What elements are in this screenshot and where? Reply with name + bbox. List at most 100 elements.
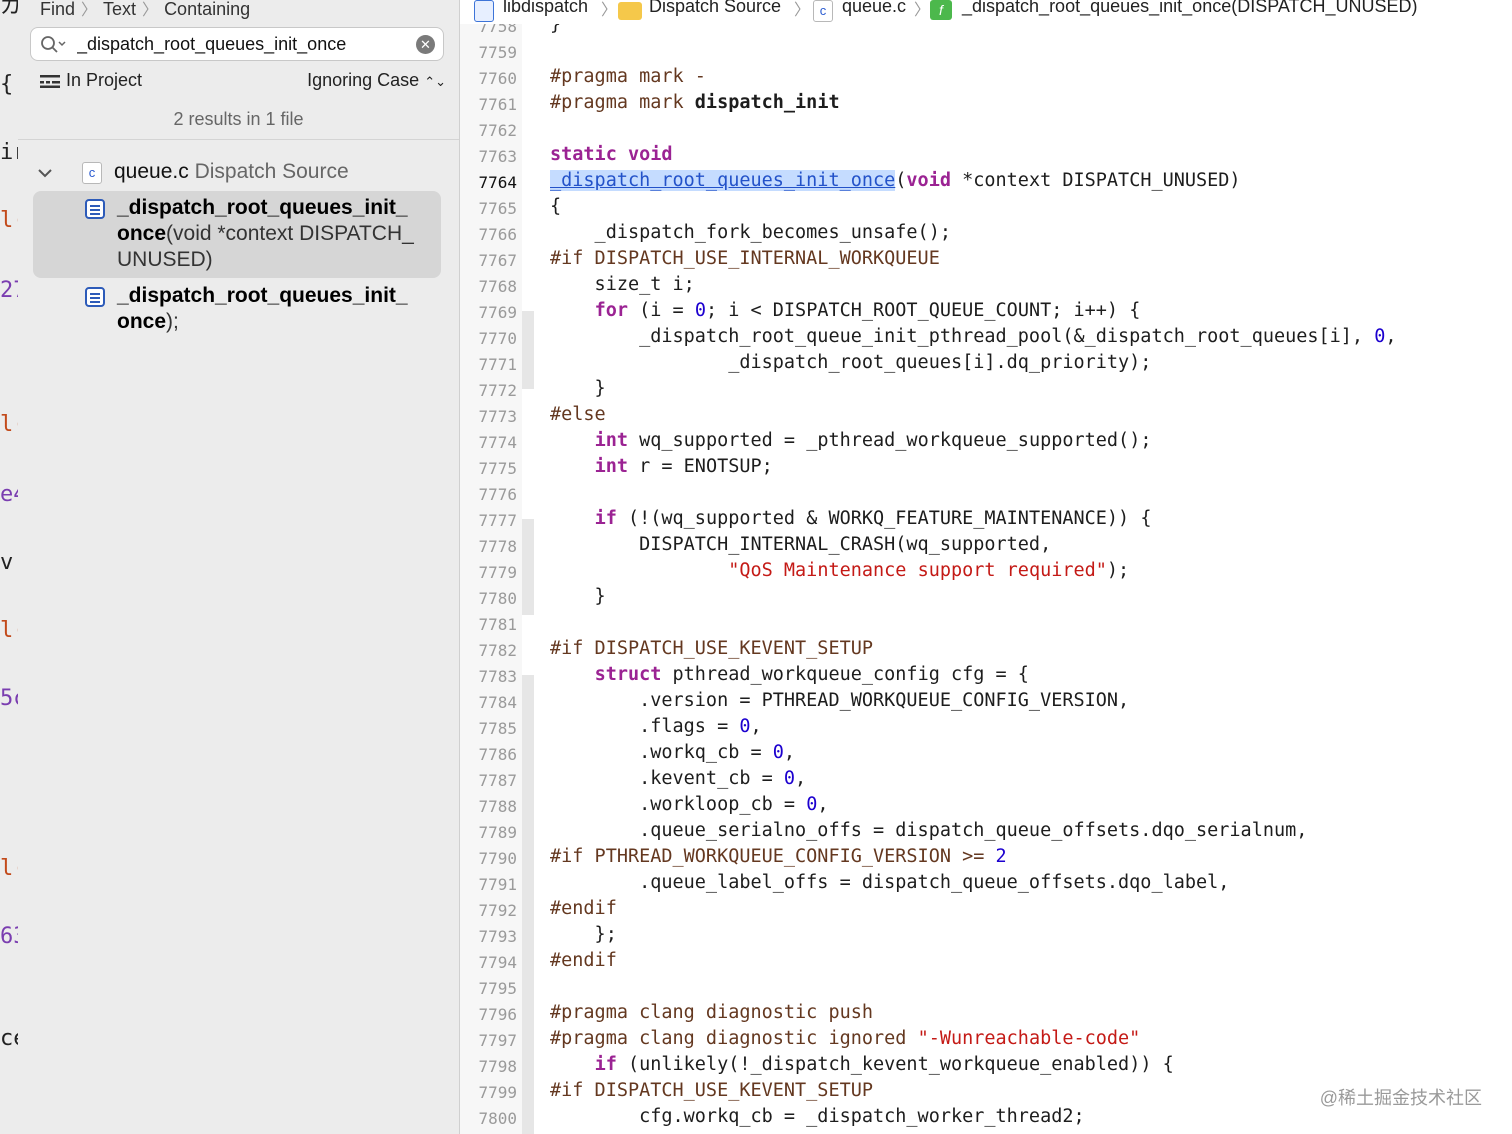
code-line[interactable]: }; [550,924,617,945]
code-line[interactable]: #pragma clang diagnostic ignored "-Wunre… [550,1028,1140,1049]
code-line[interactable]: .workq_cb = 0, [550,742,795,763]
code-line[interactable]: _dispatch_root_queues[i].dq_priority); [550,352,1151,373]
line-number: 7768 [478,277,517,296]
line-number: 7760 [478,69,517,88]
code-line[interactable]: } [550,586,606,607]
jump-separator-icon: 〉 [601,2,618,19]
code-line[interactable]: int wq_supported = _pthread_workqueue_su… [550,430,1152,451]
line-number: 7790 [478,849,517,868]
clipped-code-fragment: l( [0,618,18,643]
result-file-row[interactable]: c queue.c Dispatch Source [38,160,458,188]
find-mode-breadcrumb[interactable]: Find 〉 Text 〉 Containing [40,0,250,20]
code-line[interactable]: static void [550,144,673,165]
code-line[interactable]: .kevent_cb = 0, [550,768,806,789]
line-number: 7788 [478,797,517,816]
clipped-editor-edge: ガ {ir l(27 l(e4 v l(5c l(63 ce [0,0,19,1134]
code-editor[interactable]: 7758} 7759 7760 #pragma mark - 7761 #pragma m… [460,24,1512,1134]
line-number: 7771 [478,355,517,374]
clipped-code-fragment: v [0,550,14,575]
line-number: 7785 [478,719,517,738]
result-match-text: _dispatch_root_queues_init_ [117,196,408,219]
search-match-highlight[interactable]: _dispatch_root_queues_init_once [550,170,896,191]
code-line[interactable]: size_t i; [550,274,695,295]
code-line[interactable]: struct pthread_workqueue_config cfg = { [550,664,1029,685]
line-number: 7789 [478,823,517,842]
code-line[interactable]: .queue_serialno_offs = dispatch_queue_of… [550,820,1307,841]
line-number: 7782 [478,641,517,660]
code-line[interactable]: DISPATCH_INTERNAL_CRASH(wq_supported, [550,534,1051,555]
code-line[interactable]: #if DISPATCH_USE_INTERNAL_WORKQUEUE [550,248,940,269]
clipped-code-fragment: ir [0,140,18,165]
line-number: 7784 [478,693,517,712]
code-line[interactable]: _dispatch_root_queues_init_once(void *co… [550,170,1241,191]
breadcrumb-separator-icon: 〉 [142,2,159,19]
result-context-text: UNUSED) [117,248,213,271]
search-input[interactable] [77,32,407,56]
case-sensitivity-popup[interactable]: Ignoring Case ⌃⌄ [307,70,446,91]
folder-icon [618,2,642,20]
code-line[interactable]: _dispatch_fork_becomes_unsafe(); [550,222,951,243]
line-number: 7797 [478,1031,517,1050]
result-context-text: ); [166,310,179,333]
code-line[interactable]: #if PTHREAD_WORKQUEUE_CONFIG_VERSION >= … [550,846,1007,867]
code-line[interactable]: #if DISPATCH_USE_KEVENT_SETUP [550,638,873,659]
line-number: 7772 [478,381,517,400]
search-options-icon[interactable] [40,34,66,56]
find-mode-containing[interactable]: Containing [164,0,250,19]
line-number: 7776 [478,485,517,504]
code-line[interactable]: if (unlikely(!_dispatch_kevent_workqueue… [550,1054,1174,1075]
code-line[interactable]: #endif [550,898,617,919]
clipped-code-fragment: 63 [0,924,18,949]
result-match-icon [85,199,105,219]
line-number: 7798 [478,1057,517,1076]
code-line[interactable]: cfg.workq_cb = _dispatch_worker_thread2; [550,1106,1085,1127]
search-result-item[interactable]: _dispatch_root_queues_init_ once); [33,279,441,339]
code-fold-ribbon[interactable] [522,311,534,389]
line-number: 7769 [478,303,517,322]
code-line[interactable]: .flags = 0, [550,716,762,737]
line-number: 7765 [478,199,517,218]
code-line[interactable]: int r = ENOTSUP; [550,456,773,477]
code-line[interactable]: _dispatch_root_queue_init_pthread_pool(&… [550,326,1396,347]
code-line[interactable]: #pragma clang diagnostic push [550,1002,873,1023]
line-number: 7793 [478,927,517,946]
code-line[interactable]: #pragma mark dispatch_init [550,92,840,113]
code-fold-ribbon[interactable] [522,519,534,615]
jump-bar-function[interactable]: _dispatch_root_queues_init_once(DISPATCH… [962,0,1418,17]
code-line[interactable]: #else [550,404,606,425]
code-line[interactable]: #pragma mark - [550,66,706,87]
line-number: 7761 [478,95,517,114]
search-scope-selector[interactable]: In Project [40,70,142,91]
code-line[interactable]: if (!(wq_supported & WORKQ_FEATURE_MAINT… [550,508,1152,529]
clear-search-icon[interactable]: ✕ [416,35,435,54]
jump-bar-project[interactable]: libdispatch [503,0,588,17]
clipped-code-fragment: l( [0,208,18,233]
up-down-chevron-icon: ⌃⌄ [424,74,446,89]
find-mode-text[interactable]: Text [103,0,136,19]
line-number: 7770 [478,329,517,348]
function-icon: f [930,0,952,20]
jump-bar-file[interactable]: queue.c [842,0,906,17]
code-line[interactable]: .workloop_cb = 0, [550,794,828,815]
code-line[interactable]: { [550,196,561,217]
find-mode-find[interactable]: Find [40,0,75,19]
code-line[interactable]: } [550,378,606,399]
result-match-text: once [117,222,167,245]
search-field[interactable]: ✕ [30,27,444,61]
line-number: 7762 [478,121,517,140]
line-number: 7780 [478,589,517,608]
code-line[interactable]: for (i = 0; i < DISPATCH_ROOT_QUEUE_COUN… [550,300,1141,321]
find-navigator: Find 〉 Text 〉 Containing ✕ In Project Ignori… [18,0,460,1134]
code-line[interactable]: "QoS Maintenance support required"); [550,560,1129,581]
code-line[interactable]: #if DISPATCH_USE_KEVENT_SETUP [550,1080,873,1101]
code-line[interactable]: #endif [550,950,617,971]
code-fold-ribbon[interactable] [522,675,534,1134]
code-line[interactable]: } [550,24,561,35]
jump-bar-group[interactable]: Dispatch Source [649,0,781,17]
code-line[interactable]: .queue_label_offs = dispatch_queue_offse… [550,872,1229,893]
line-number: 7800 [478,1109,517,1128]
search-result-item[interactable]: _dispatch_root_queues_init_ once(void *co… [33,191,441,278]
code-line[interactable]: .version = PTHREAD_WORKQUEUE_CONFIG_VERS… [550,690,1129,711]
disclosure-chevron-down-icon[interactable] [38,163,52,183]
watermark: @稀土掘金技术社区 [1319,1088,1482,1108]
